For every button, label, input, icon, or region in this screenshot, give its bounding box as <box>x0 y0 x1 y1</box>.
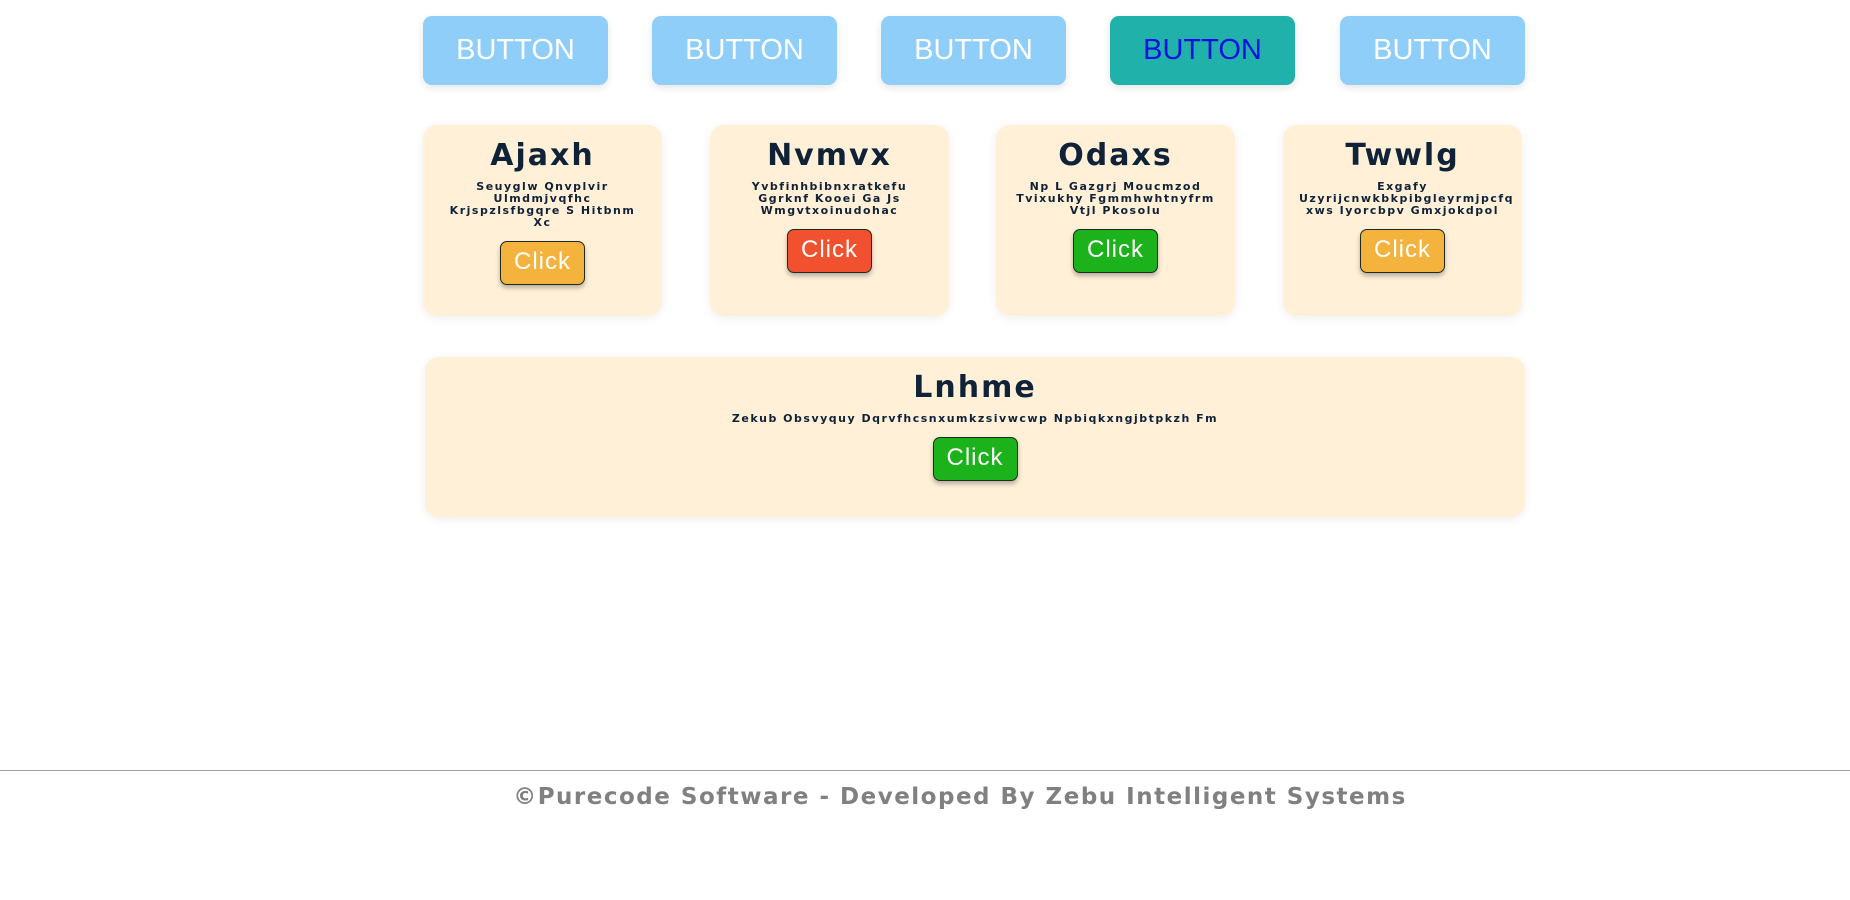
click-button[interactable]: Click <box>1360 229 1445 273</box>
wide-card: Lnhme Zekub Obsvyquy Dqrvfhcsnxumkzsivwc… <box>425 357 1525 517</box>
top-button-1[interactable]: BUTTON <box>423 16 608 85</box>
card-title: Nvmvx <box>767 138 892 173</box>
top-button-5[interactable]: BUTTON <box>1340 16 1525 85</box>
top-button-3[interactable]: BUTTON <box>881 16 1066 85</box>
click-button[interactable]: Click <box>500 241 585 285</box>
card-4: Twwlg Exgafy Uzyrijcnwkbkpibgleyrmjpcfq … <box>1283 125 1522 316</box>
click-button[interactable]: Click <box>787 229 872 273</box>
card-description: Seuyglw Qnvplvir Ulmdmjvqfhc Krjspzlsfbg… <box>449 180 636 229</box>
footer-divider <box>0 770 1850 771</box>
top-button-4[interactable]: BUTTON <box>1110 16 1295 85</box>
card-description: Yvbfinhbibnxratkefu Ggrknf Kooei Ga Js W… <box>751 180 908 217</box>
top-button-2[interactable]: BUTTON <box>652 16 837 85</box>
card-title: Lnhme <box>913 370 1037 405</box>
card-description: Zekub Obsvyquy Dqrvfhcsnxumkzsivwcwp Npb… <box>731 412 1219 425</box>
card-description: Exgafy Uzyrijcnwkbkpibgleyrmjpcfq xws Iy… <box>1299 180 1514 217</box>
card-title: Odaxs <box>1058 138 1173 173</box>
card-title: Ajaxh <box>490 138 595 173</box>
card-3: Odaxs Np L Gazgrj Moucmzod Tvixukhy Fgmm… <box>996 125 1235 316</box>
footer-copyright: ©Purecode Software - Developed By Zebu I… <box>513 784 1407 810</box>
card-title: Twwlg <box>1345 138 1460 173</box>
top-button-bar: BUTTON BUTTON BUTTON BUTTON BUTTON <box>423 16 1525 86</box>
click-button[interactable]: Click <box>1073 229 1158 273</box>
click-button[interactable]: Click <box>932 437 1018 481</box>
card-description: Np L Gazgrj Moucmzod Tvixukhy Fgmmhwhtny… <box>1016 180 1215 217</box>
card-1: Ajaxh Seuyglw Qnvplvir Ulmdmjvqfhc Krjsp… <box>423 125 662 316</box>
card-2: Nvmvx Yvbfinhbibnxratkefu Ggrknf Kooei G… <box>710 125 949 316</box>
